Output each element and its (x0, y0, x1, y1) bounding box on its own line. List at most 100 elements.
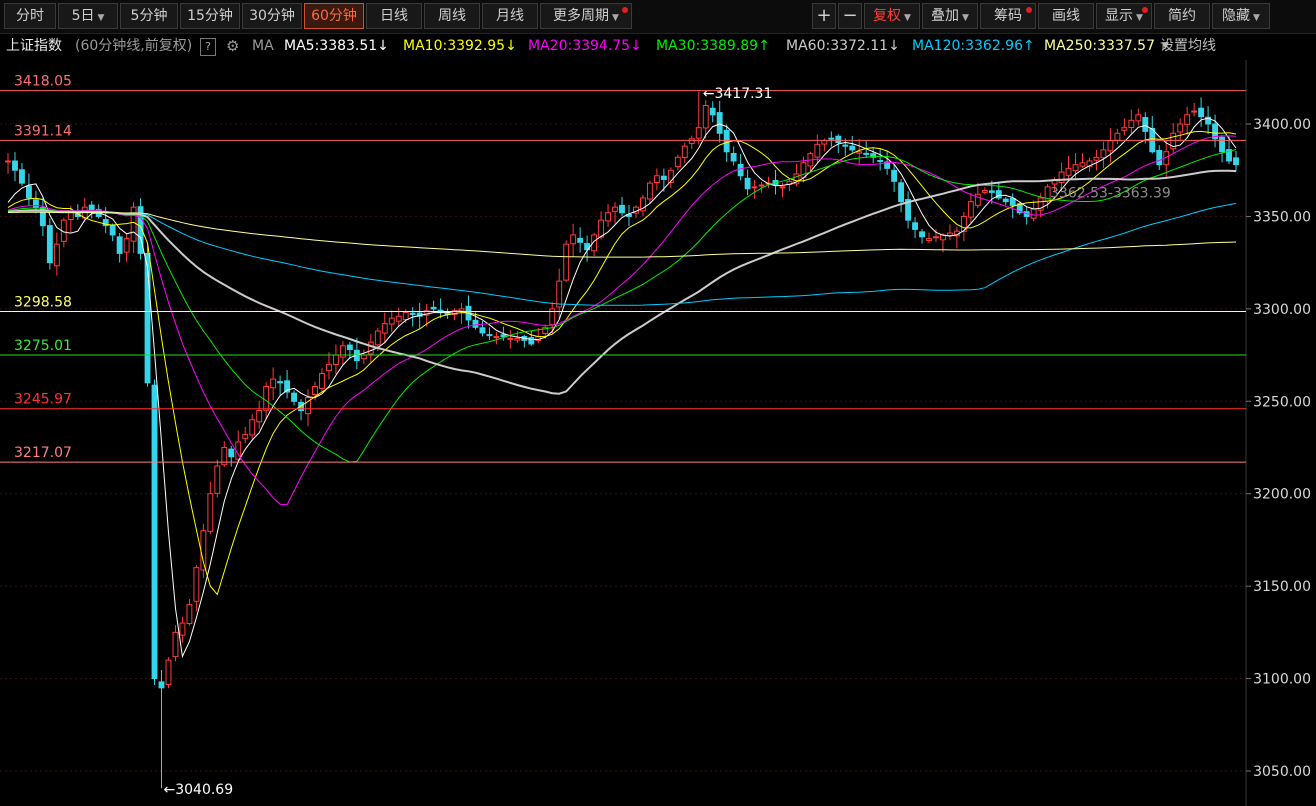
zoom-in-button[interactable]: + (812, 3, 836, 29)
y-tick-label: 3250.00 (1253, 394, 1311, 410)
help-icon[interactable]: ? (200, 38, 216, 56)
level-label: 3217.07 (14, 445, 72, 461)
candle-body (1072, 164, 1079, 172)
candle-body (1191, 110, 1198, 113)
ma-value-6: MA250:3337.57 (1044, 38, 1155, 54)
candle-body (660, 175, 667, 180)
candle-body (828, 137, 835, 140)
tab-label: 60分钟 (311, 8, 357, 24)
candle-body (681, 145, 688, 159)
tab-period-3[interactable]: 15分钟 (180, 3, 240, 29)
tab-period-9[interactable]: 更多周期 ▼ (540, 3, 632, 29)
candle-body (388, 317, 395, 325)
candle-body (242, 434, 249, 439)
tool-label: 叠加 (931, 8, 960, 24)
candle-body (737, 163, 744, 177)
tab-period-8[interactable]: 月线 (482, 3, 538, 29)
candle-body (1009, 197, 1016, 206)
level-label: 3391.14 (14, 123, 72, 139)
tab-label: 日线 (380, 8, 408, 24)
candle-body (346, 344, 353, 351)
candle-body (779, 186, 786, 189)
simple-button[interactable]: 简约 (1154, 3, 1210, 29)
candle-body (981, 190, 988, 193)
tab-label: 15分钟 (187, 8, 233, 24)
candle-body (165, 659, 172, 686)
candle-body (1002, 198, 1009, 203)
candle-body (598, 219, 605, 238)
candle-body (605, 212, 611, 222)
candle-body (5, 160, 11, 163)
tab-period-4[interactable]: 30分钟 (242, 3, 302, 29)
candle-body (270, 378, 277, 389)
tool-label: 显示 (1105, 8, 1134, 24)
candle-body (256, 410, 263, 423)
candle-body (46, 225, 53, 264)
level-label: 3245.97 (14, 392, 72, 408)
display-button[interactable]: 显示 ▼ (1096, 3, 1152, 29)
info-bar: 上证指数 (60分钟线,前复权) ? ⚙ MA MA5:3383.51↓ MA10… (0, 34, 1316, 58)
candle-body (374, 330, 381, 346)
ma-label: MA (252, 38, 274, 54)
candle-body (186, 604, 193, 625)
level-label: 3418.05 (14, 74, 72, 90)
chevron-down-icon: ▼ (1162, 41, 1169, 51)
draw-line-button[interactable]: 画线 (1038, 3, 1094, 29)
y-tick-label: 3050.00 (1253, 764, 1311, 780)
low-annotation: ←3040.69 (164, 782, 234, 798)
candle-body (821, 140, 828, 145)
candle-body (25, 185, 32, 199)
candle-body (814, 143, 821, 158)
candle-body (130, 206, 137, 242)
candle-body (263, 385, 270, 411)
candle-body (1100, 149, 1107, 159)
chevron-down-icon: ▼ (1136, 13, 1143, 23)
candle-body (528, 337, 535, 345)
candle-body (570, 234, 577, 245)
candle-body (1128, 119, 1135, 128)
candle-body (109, 225, 116, 236)
candle-body (688, 138, 695, 144)
gear-icon[interactable]: ⚙ (226, 34, 239, 58)
tool-label: 筹码 (994, 8, 1022, 24)
candle-body (1079, 162, 1086, 167)
hide-button[interactable]: 隐藏 ▼ (1212, 3, 1270, 29)
chevron-down-icon: ▼ (962, 13, 969, 23)
candlestick-chart[interactable]: 3400.00 3350.00 3300.00 3250.00 3200.00 3150.… (0, 60, 1316, 806)
candle-body (395, 315, 402, 322)
chevron-down-icon: ▼ (1253, 13, 1260, 23)
candle-body (123, 238, 130, 253)
candle-body (326, 363, 332, 372)
candle-body (1093, 156, 1100, 161)
tab-period-1[interactable]: 5日 ▼ (58, 3, 118, 29)
y-tick-label: 3150.00 (1253, 579, 1311, 595)
ma-value-0: MA5:3383.51↓ (284, 38, 389, 54)
chips-button[interactable]: 筹码 (980, 3, 1036, 29)
candle-body (1177, 123, 1184, 133)
candle-body (360, 354, 367, 360)
candle-body (751, 186, 758, 189)
candle-body (507, 337, 514, 340)
candle-body (758, 184, 765, 187)
tab-period-2[interactable]: 5分钟 (120, 3, 178, 29)
notification-dot (1142, 7, 1148, 13)
candle-body (863, 152, 870, 155)
tab-period-7[interactable]: 周线 (424, 3, 480, 29)
candle-body (172, 631, 179, 658)
candle-body (919, 231, 925, 238)
tab-period-6[interactable]: 日线 (366, 3, 422, 29)
tool-label: 简约 (1168, 8, 1196, 24)
candle-body (842, 144, 849, 147)
candle-body (479, 327, 486, 334)
candle-body (207, 493, 214, 532)
tab-period-0[interactable]: 分时 (4, 3, 56, 29)
candle-body (472, 319, 479, 328)
candle-body (695, 127, 702, 139)
candle-body (967, 201, 974, 218)
tool-label: − (842, 5, 858, 26)
zoom-out-button[interactable]: − (838, 3, 862, 29)
tab-period-5[interactable]: 60分钟 (304, 3, 364, 29)
adjust-button[interactable]: 复权 ▼ (864, 3, 920, 29)
ma-value-2: MA20:3394.75↓ (528, 38, 642, 54)
overlay-button[interactable]: 叠加 ▼ (922, 3, 978, 29)
